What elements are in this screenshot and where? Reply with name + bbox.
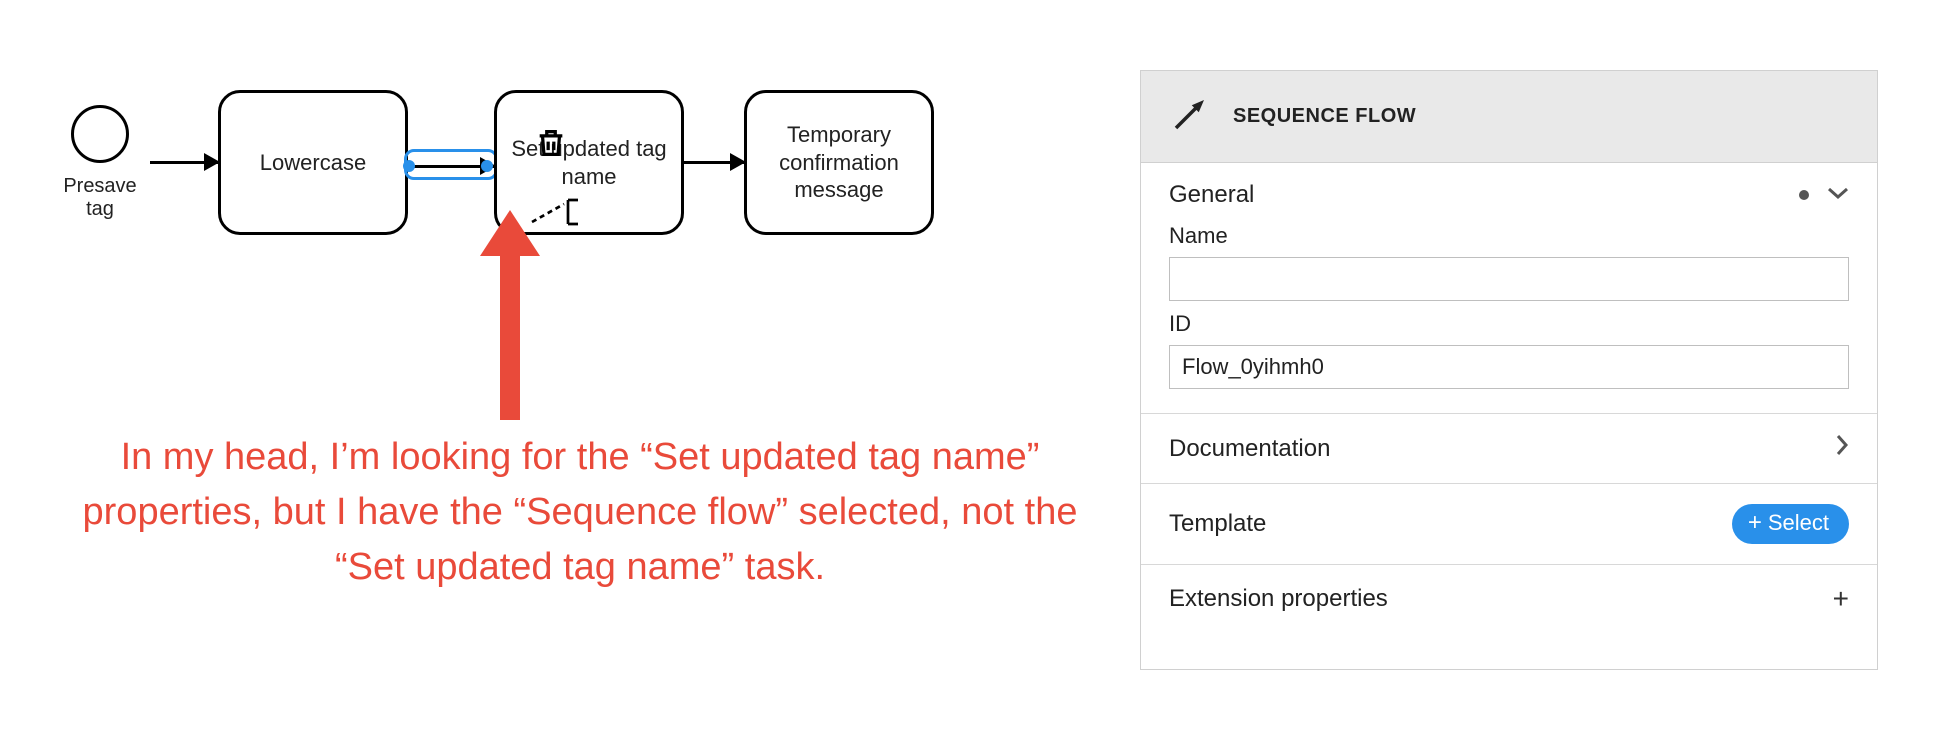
sequence-flow-arrow[interactable] — [684, 161, 744, 164]
panel-row-extension-properties: Extension properties + — [1141, 565, 1877, 633]
name-input[interactable] — [1169, 257, 1849, 301]
dirty-indicator-icon — [1799, 190, 1809, 200]
delete-icon[interactable] — [534, 126, 568, 160]
sequence-flow-arrow[interactable] — [150, 161, 218, 164]
id-input[interactable] — [1169, 345, 1849, 389]
row-label: Extension properties — [1169, 585, 1388, 613]
panel-header: SEQUENCE FLOW — [1141, 71, 1877, 163]
bpmn-start-event[interactable] — [71, 105, 129, 163]
button-label: Select — [1768, 510, 1829, 536]
sequence-flow-icon — [1169, 93, 1211, 140]
task-label: Lowercase — [260, 149, 366, 177]
properties-panel: SEQUENCE FLOW General Name ID Documentat… — [1140, 70, 1878, 670]
plus-icon: + — [1833, 583, 1849, 614]
task-label: Temporary confirmation message — [761, 121, 917, 204]
task-lowercase[interactable]: Lowercase — [218, 90, 408, 235]
panel-title: SEQUENCE FLOW — [1233, 105, 1416, 128]
chevron-down-icon[interactable] — [1827, 186, 1849, 205]
add-extension-button[interactable]: + — [1833, 585, 1849, 613]
bpmn-canvas[interactable]: Presave tag Lowercase Set updated tag na… — [0, 0, 1140, 740]
annotation-arrow-icon — [450, 210, 570, 435]
field-label-name: Name — [1169, 223, 1849, 249]
selected-sequence-flow[interactable] — [408, 157, 494, 168]
panel-section-general: General Name ID — [1141, 163, 1877, 414]
chevron-right-icon — [1835, 434, 1849, 463]
task-temporary-confirmation[interactable]: Temporary confirmation message — [744, 90, 934, 235]
plus-icon: + — [1748, 511, 1762, 535]
field-label-id: ID — [1169, 311, 1849, 337]
section-title: General — [1169, 181, 1254, 209]
row-label: Documentation — [1169, 435, 1330, 463]
select-template-button[interactable]: + Select — [1732, 504, 1849, 544]
annotation-caption: In my head, I’m looking for the “Set upd… — [50, 430, 1110, 595]
bpmn-start-event-label: Presave tag — [50, 175, 150, 221]
context-toolbelt — [534, 126, 568, 160]
row-label: Template — [1169, 510, 1266, 538]
panel-row-template: Template + Select — [1141, 484, 1877, 565]
panel-row-documentation[interactable]: Documentation — [1141, 414, 1877, 484]
